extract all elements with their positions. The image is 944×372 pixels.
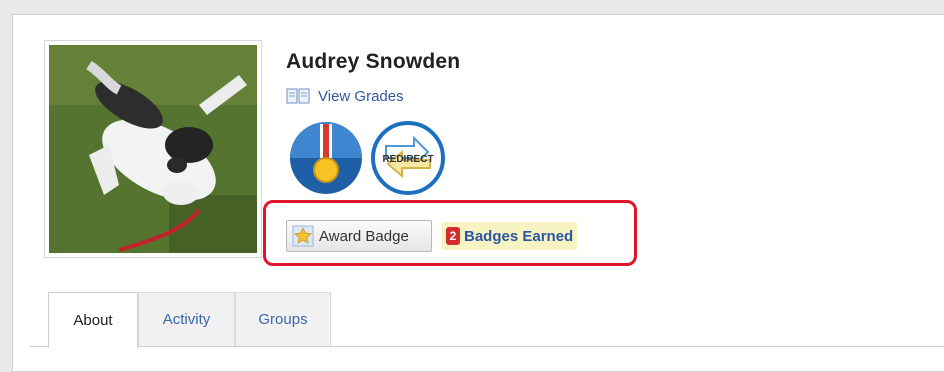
tab-activity[interactable]: Activity (138, 292, 235, 346)
redirect-badge-icon[interactable]: REDIRECT (370, 120, 446, 196)
medal-badge-icon[interactable] (288, 120, 364, 196)
view-grades-label: View Grades (318, 87, 404, 105)
star-award-icon (292, 225, 314, 247)
earned-badges-list: REDIRECT (288, 120, 446, 196)
view-grades-link[interactable]: View Grades (286, 86, 404, 106)
award-badge-label: Award Badge (319, 227, 409, 245)
gradebook-icon (286, 88, 310, 104)
tab-about[interactable]: About (48, 292, 138, 348)
badges-earned-label: Badges Earned (464, 227, 574, 245)
tab-divider (30, 346, 944, 347)
profile-name: Audrey Snowden (286, 50, 461, 73)
badges-earned-link[interactable]: 2 Badges Earned (442, 222, 578, 250)
profile-photo-frame (44, 40, 262, 258)
badges-earned-count: 2 (446, 227, 460, 245)
award-badge-button[interactable]: Award Badge (286, 220, 432, 252)
profile-photo (49, 45, 257, 253)
redirect-badge-text: REDIRECT (382, 154, 433, 165)
tab-groups[interactable]: Groups (235, 292, 331, 346)
